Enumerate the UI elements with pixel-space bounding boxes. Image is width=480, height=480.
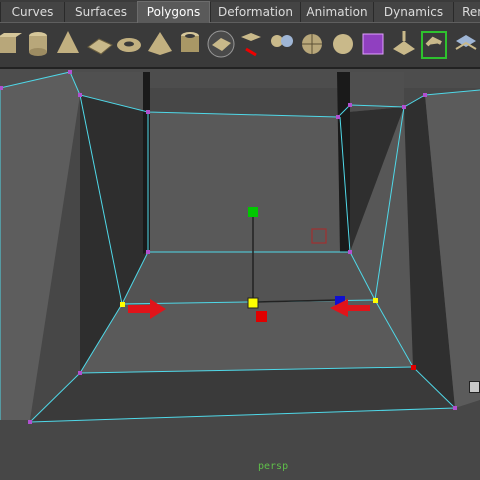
split-polygon-icon[interactable] <box>236 27 266 61</box>
vertex[interactable] <box>146 250 150 254</box>
x-handle[interactable] <box>256 311 267 322</box>
selected-vertex-left[interactable] <box>120 302 125 307</box>
shelf-tab-bar: Curves Surfaces Polygons Deformation Animati… <box>0 0 480 23</box>
poly-pipe-icon[interactable] <box>175 27 205 61</box>
tab-dynamics[interactable]: Dynamics <box>373 2 453 22</box>
append-polygon-icon[interactable] <box>450 27 480 61</box>
combine-icon[interactable] <box>267 27 297 61</box>
tab-curves[interactable]: Curves <box>0 2 64 22</box>
poly-pyramid-icon[interactable] <box>145 27 175 61</box>
tab-polygons[interactable]: Polygons <box>137 1 210 23</box>
vertex[interactable] <box>28 420 32 424</box>
vertex[interactable] <box>146 110 150 114</box>
vertex[interactable] <box>78 371 82 375</box>
smooth-icon[interactable] <box>328 27 358 61</box>
separate-icon[interactable] <box>297 27 327 61</box>
bridge-icon[interactable] <box>419 27 449 61</box>
left-inner-shadow <box>143 72 150 254</box>
tab-animation[interactable]: Animation <box>300 2 373 22</box>
poly-cone-icon[interactable] <box>53 27 83 61</box>
vertex[interactable] <box>0 86 3 90</box>
center-handle[interactable] <box>247 297 259 309</box>
vertex[interactable] <box>78 93 82 97</box>
tab-ren[interactable]: Ren <box>453 2 480 22</box>
viewport-corner-icon[interactable] <box>469 381 480 393</box>
tab-deformation[interactable]: Deformation <box>210 2 300 22</box>
vertex[interactable] <box>423 93 427 97</box>
vertex[interactable] <box>336 115 340 119</box>
vertex-highlight[interactable] <box>411 365 416 370</box>
poly-cylinder-icon[interactable] <box>23 27 53 61</box>
poly-helix-icon[interactable] <box>358 27 388 61</box>
extrude-icon[interactable] <box>389 27 419 61</box>
vertex[interactable] <box>348 103 352 107</box>
perspective-viewport[interactable]: persp <box>0 69 480 480</box>
y-handle[interactable] <box>248 207 258 217</box>
selected-vertex-right[interactable] <box>373 298 378 303</box>
poly-cube-icon[interactable] <box>0 27 22 61</box>
poly-plane-icon[interactable] <box>84 27 114 61</box>
polygons-shelf <box>0 23 480 69</box>
vertex[interactable] <box>453 406 457 410</box>
left-outer-face[interactable] <box>0 72 80 420</box>
camera-label: persp <box>258 461 289 472</box>
back-wall-face[interactable] <box>148 112 340 252</box>
vertex[interactable] <box>68 70 72 74</box>
scene-canvas[interactable] <box>0 69 480 480</box>
poly-plane-tool-icon[interactable] <box>206 27 236 61</box>
vertex[interactable] <box>348 250 352 254</box>
vertex[interactable] <box>402 105 406 109</box>
tab-surfaces[interactable]: Surfaces <box>64 2 137 22</box>
front-lip-face[interactable] <box>30 367 455 422</box>
poly-torus-icon[interactable] <box>114 27 144 61</box>
